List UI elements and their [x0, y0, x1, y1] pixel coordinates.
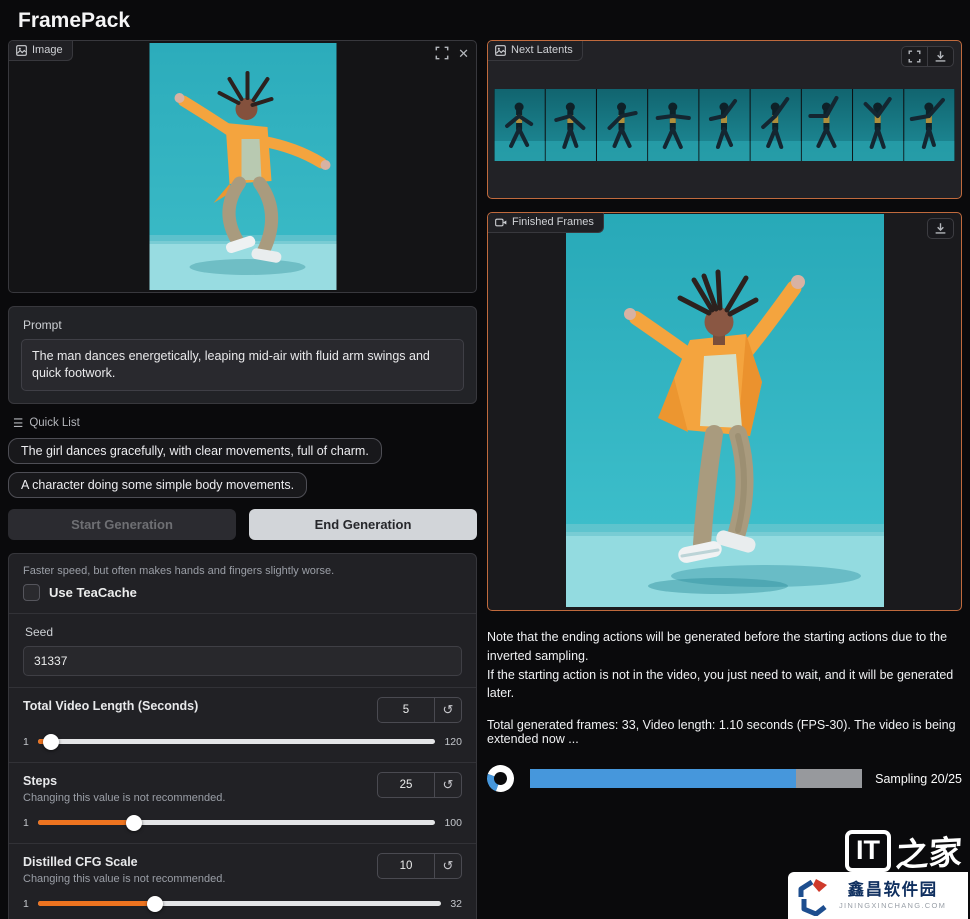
- page-title: FramePack: [0, 0, 970, 40]
- ithome-logo-it: IT: [845, 830, 891, 872]
- teacache-info: Faster speed, but often makes hands and …: [23, 565, 462, 577]
- slider-max: 100: [444, 817, 462, 829]
- slider-track[interactable]: [38, 901, 441, 906]
- reset-icon[interactable]: ↺: [434, 698, 461, 722]
- slider-max: 120: [444, 736, 462, 748]
- end-generation-button[interactable]: End Generation: [249, 509, 477, 540]
- ithome-logo-cn: 之家: [895, 825, 964, 876]
- loading-spinner-icon: [483, 761, 519, 797]
- teacache-checkbox[interactable]: [23, 584, 40, 601]
- slider-label: Total Video Length (Seconds): [23, 699, 198, 713]
- quick-list-header: ☰ Quick List: [13, 416, 477, 430]
- menu-icon: ☰: [13, 416, 23, 430]
- seed-input[interactable]: 31337: [23, 646, 462, 676]
- latents-filmstrip[interactable]: [494, 89, 955, 161]
- slider-min: 1: [23, 736, 29, 748]
- next-latents-panel: Next Latents: [487, 40, 962, 199]
- progress-row: Sampling 20/25: [487, 765, 962, 792]
- sampling-note: Note that the ending actions will be gen…: [487, 628, 962, 703]
- slider-handle[interactable]: [126, 815, 142, 831]
- prompt-label: Prompt: [23, 318, 464, 332]
- slider-label: Distilled CFG Scale: [23, 855, 225, 869]
- fullscreen-icon[interactable]: [902, 47, 927, 66]
- slider-handle[interactable]: [43, 734, 59, 750]
- slider-label: Steps: [23, 774, 225, 788]
- image-panel-label: Image: [32, 44, 63, 56]
- latents-panel-label: Next Latents: [511, 44, 573, 56]
- teacache-section: Faster speed, but often makes hands and …: [9, 554, 476, 613]
- slider-total-video-length: Total Video Length (Seconds) 5 ↺ 1: [9, 687, 476, 762]
- slider-number-box: 10 ↺: [377, 853, 462, 879]
- xinchang-domain: JININGXINCHANG.COM: [839, 901, 946, 910]
- settings-group: Faster speed, but often makes hands and …: [8, 553, 477, 919]
- slider-number-box: 25 ↺: [377, 772, 462, 798]
- xinchang-logo-icon: [796, 876, 832, 916]
- video-icon: [495, 217, 507, 228]
- frames-info: Total generated frames: 33, Video length…: [487, 718, 962, 746]
- image-icon: [495, 45, 506, 56]
- slider-handle[interactable]: [147, 896, 163, 912]
- finished-frames-panel: Finished Frames: [487, 212, 962, 611]
- frames-panel-label: Finished Frames: [512, 216, 594, 228]
- latents-panel-tag: Next Latents: [488, 41, 583, 61]
- download-icon[interactable]: [928, 219, 953, 238]
- slider-track[interactable]: [38, 739, 436, 744]
- fullscreen-icon[interactable]: [435, 46, 449, 60]
- xinchang-watermark: 鑫昌软件园 JININGXINCHANG.COM: [788, 872, 968, 919]
- slider-track[interactable]: [38, 820, 436, 825]
- image-icon: [16, 45, 27, 56]
- progress-bar: [530, 769, 862, 788]
- sampling-note-line1: Note that the ending actions will be gen…: [487, 628, 962, 666]
- close-icon[interactable]: ✕: [458, 47, 469, 60]
- slider-min: 1: [23, 898, 29, 910]
- prompt-block: Prompt The man dances energetically, lea…: [8, 306, 477, 404]
- slider-info: Changing this value is not recommended.: [23, 873, 225, 885]
- seed-label: Seed: [25, 625, 462, 639]
- xinchang-name: 鑫昌软件园: [848, 881, 938, 900]
- frames-panel-tag: Finished Frames: [488, 213, 604, 233]
- reset-icon[interactable]: ↺: [434, 773, 461, 797]
- seed-section: Seed 31337: [9, 613, 476, 687]
- quick-list-label: Quick List: [29, 417, 80, 429]
- reset-icon[interactable]: ↺: [434, 854, 461, 878]
- image-upload-panel[interactable]: Image ✕: [8, 40, 477, 293]
- slider-info: Changing this value is not recommended.: [23, 792, 225, 804]
- download-icon[interactable]: [927, 47, 953, 66]
- finished-frame-image[interactable]: [566, 214, 884, 607]
- prompt-input[interactable]: The man dances energetically, leaping mi…: [21, 339, 464, 391]
- source-image[interactable]: [149, 43, 336, 290]
- sampling-note-line2: If the starting action is not in the vid…: [487, 666, 962, 704]
- progress-fill: [530, 769, 796, 788]
- example-prompt-2[interactable]: A character doing some simple body movem…: [8, 472, 307, 498]
- image-panel-tag: Image: [9, 41, 73, 61]
- slider-number-box: 5 ↺: [377, 697, 462, 723]
- slider-min: 1: [23, 817, 29, 829]
- slider-distilled-cfg: Distilled CFG Scale Changing this value …: [9, 843, 476, 919]
- teacache-label: Use TeaCache: [49, 585, 137, 600]
- start-generation-button[interactable]: Start Generation: [8, 509, 236, 540]
- progress-label: Sampling 20/25: [875, 772, 962, 786]
- slider-value-input[interactable]: 5: [378, 698, 434, 722]
- ithome-watermark: IT 之家: [845, 827, 962, 875]
- slider-value-input[interactable]: 25: [378, 773, 434, 797]
- slider-value-input[interactable]: 10: [378, 854, 434, 878]
- slider-max: 32: [450, 898, 462, 910]
- slider-steps: Steps Changing this value is not recomme…: [9, 762, 476, 843]
- framepack-app: FramePack Image ✕: [0, 0, 970, 919]
- example-prompt-1[interactable]: The girl dances gracefully, with clear m…: [8, 438, 382, 464]
